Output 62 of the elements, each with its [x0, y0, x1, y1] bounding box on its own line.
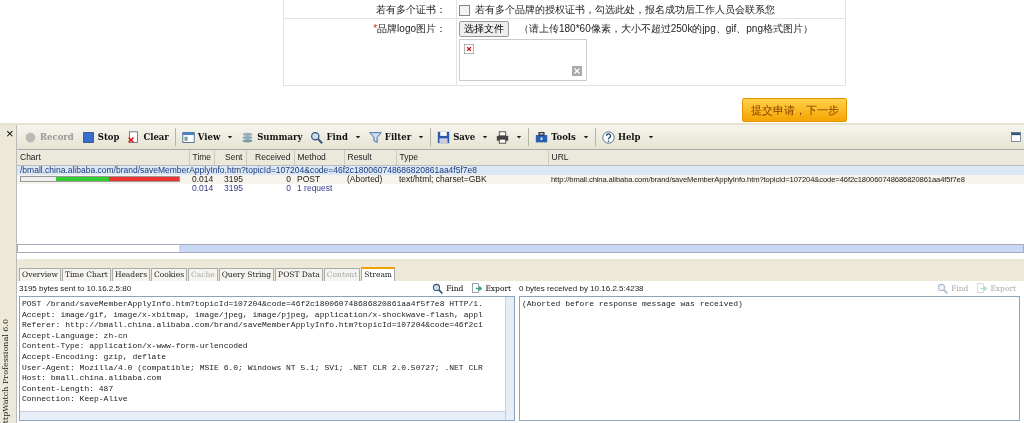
- checkbox-label: 若有多个品牌的授权证书，勾选此处，报名成功后工作人员会联系您: [475, 4, 775, 15]
- table-cell: text/html; charset=GBK: [396, 174, 548, 184]
- window-icon: [181, 130, 195, 144]
- upload-hint: （请上传180*60像素，大小不超过250k的jpg、gif、png格式图片）: [519, 22, 813, 36]
- toolbar-button[interactable]: Clear: [123, 130, 173, 144]
- search-icon: [937, 283, 949, 294]
- table-cell: 0.014: [189, 183, 214, 193]
- scrollbar[interactable]: [505, 297, 514, 420]
- column-header[interactable]: Received: [246, 150, 294, 166]
- table-cell: 0: [246, 183, 294, 193]
- page-url: /bmall.china.alibaba.com/brand/saveMemberApplyInfo.htm?topicId=107204&code=46f2c180060748686820861aa4f5f7e8: [17, 165, 1024, 175]
- help-icon: [601, 130, 615, 144]
- table-cell: 3195: [214, 183, 246, 193]
- print-icon: [496, 130, 510, 144]
- clear-icon: [127, 130, 141, 144]
- toolbar-button[interactable]: Filter: [364, 130, 429, 144]
- toolbar-button[interactable]: Find: [306, 130, 365, 144]
- column-header[interactable]: Chart: [17, 150, 189, 166]
- table-cell: POST: [294, 174, 344, 184]
- app-title: ttpWatch Professional 6.0: [0, 318, 11, 423]
- toolbox-icon: [535, 130, 549, 144]
- form-label: 若有多个证书：: [376, 4, 446, 15]
- toolbar-button[interactable]: View: [177, 130, 238, 144]
- close-button[interactable]: ×: [0, 125, 16, 142]
- column-header[interactable]: Type: [396, 150, 548, 166]
- table-cell: 1 request: [294, 183, 344, 193]
- scrollbar[interactable]: [17, 244, 1024, 253]
- code-text: (Aborted before response message was received): [521, 298, 744, 310]
- column-header[interactable]: Time: [189, 150, 214, 166]
- column-header[interactable]: URL: [548, 150, 1024, 166]
- pane-caption: 3195 bytes sent to 10.16.2.5:80: [19, 282, 132, 295]
- toolbar-button[interactable]: Tools: [531, 130, 593, 144]
- column-header[interactable]: Result: [344, 150, 396, 166]
- save-icon: [437, 130, 451, 144]
- record-icon: [24, 130, 37, 144]
- panel-icon: [1011, 132, 1021, 142]
- form-label: 品牌logo图片：: [377, 22, 446, 34]
- table-cell: 0.014: [189, 174, 214, 184]
- filter-icon: [368, 130, 382, 144]
- close-icon[interactable]: [572, 65, 582, 76]
- broken-image-icon: [464, 43, 474, 54]
- export-icon: [976, 283, 988, 294]
- search-icon: [310, 130, 324, 144]
- toolbar-button[interactable]: Save: [433, 130, 493, 144]
- toolbar-button[interactable]: Summary: [237, 130, 307, 144]
- stack-icon: [241, 130, 255, 144]
- table-cell: 0: [246, 174, 294, 184]
- submit-button[interactable]: 提交申请，下一步: [742, 98, 847, 122]
- file-button[interactable]: 选择文件: [459, 20, 509, 37]
- column-header[interactable]: Method: [294, 150, 344, 166]
- toolbar-button[interactable]: Stop: [77, 130, 124, 144]
- column-header[interactable]: Sent: [214, 150, 246, 166]
- table-cell: 3195: [214, 174, 246, 184]
- toolbar-button[interactable]: Help: [597, 130, 658, 144]
- stop-icon: [81, 130, 95, 144]
- required-mark: *: [373, 22, 378, 34]
- code-text: POST /brand/saveMemberApplyInfo.htm?topicId=107204&code=46f2c180060748686820861aa4f5f7e8 HTTP/1. Accept: image/gif, image/x-xbitmap, image/jpeg, image/pjpeg, application/x-shockwave-flash, appl Referer: http://bmall.china.alibaba.com/brand/saveMemberApplyInfo.htm?topicId=107204&code=46f2c1 Accept-Language: zh-cn Content-Type: application/x-www-form-urlencoded Accept-Encoding: gzip, deflate User-Agent: Mozilla/4.0 (compatible; MSIE 6.0; Windows NT 5.1; SV1; .NET CLR 2.0.50727; .NET CLR Host: bmall.china.alibaba.com Content-Length: 487 Connection: Keep-Alive: [21, 298, 484, 406]
- table-cell: (Aborted): [344, 174, 396, 184]
- scrollbar[interactable]: [20, 411, 505, 420]
- pane-caption: 0 bytes received by 10.16.2.5:4238: [519, 282, 644, 295]
- checkbox[interactable]: [459, 4, 470, 16]
- search-icon: [432, 283, 444, 294]
